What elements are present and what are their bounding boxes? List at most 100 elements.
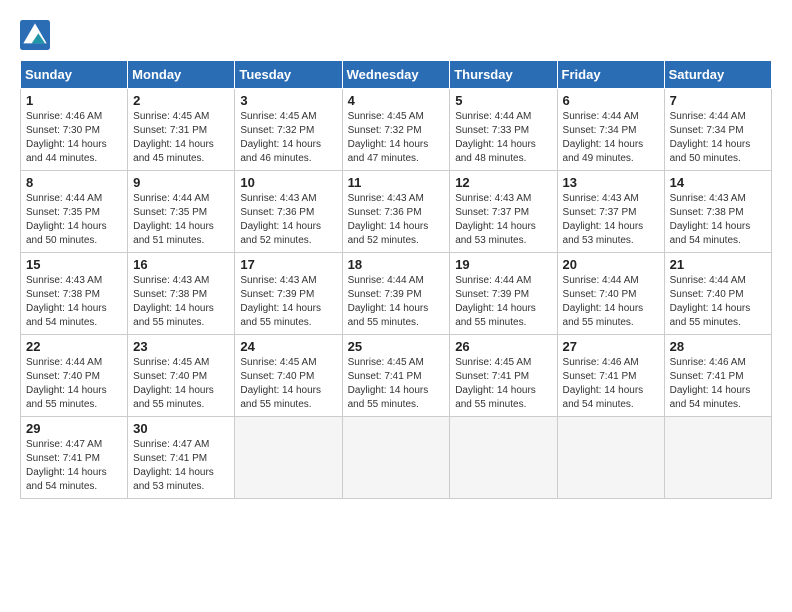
- calendar-day: 15 Sunrise: 4:43 AMSunset: 7:38 PMDayligh…: [21, 253, 128, 335]
- weekday-header: Tuesday: [235, 61, 342, 89]
- day-number: 30: [133, 421, 229, 436]
- day-info: Sunrise: 4:43 AMSunset: 7:37 PMDaylight:…: [563, 192, 659, 248]
- day-number: 22: [26, 339, 122, 354]
- calendar-table: SundayMondayTuesdayWednesdayThursdayFrid…: [20, 60, 772, 499]
- calendar-day: 2 Sunrise: 4:45 AMSunset: 7:31 PMDaylight…: [128, 89, 235, 171]
- day-number: 12: [455, 175, 551, 190]
- calendar-day: 8 Sunrise: 4:44 AMSunset: 7:35 PMDaylight…: [21, 171, 128, 253]
- day-info: Sunrise: 4:44 AMSunset: 7:35 PMDaylight:…: [26, 192, 122, 248]
- page-header: [20, 20, 772, 50]
- calendar-week: 8 Sunrise: 4:44 AMSunset: 7:35 PMDaylight…: [21, 171, 772, 253]
- weekday-header: Saturday: [664, 61, 771, 89]
- weekday-header: Sunday: [21, 61, 128, 89]
- calendar-day: 4 Sunrise: 4:45 AMSunset: 7:32 PMDaylight…: [342, 89, 450, 171]
- calendar-day: 30 Sunrise: 4:47 AMSunset: 7:41 PMDayligh…: [128, 417, 235, 499]
- day-number: 21: [670, 257, 766, 272]
- weekday-header: Monday: [128, 61, 235, 89]
- day-info: Sunrise: 4:46 AMSunset: 7:30 PMDaylight:…: [26, 110, 122, 166]
- day-info: Sunrise: 4:46 AMSunset: 7:41 PMDaylight:…: [563, 356, 659, 412]
- day-number: 4: [348, 93, 445, 108]
- calendar-day: 1 Sunrise: 4:46 AMSunset: 7:30 PMDaylight…: [21, 89, 128, 171]
- day-number: 13: [563, 175, 659, 190]
- day-number: 14: [670, 175, 766, 190]
- day-info: Sunrise: 4:45 AMSunset: 7:32 PMDaylight:…: [348, 110, 445, 166]
- day-number: 5: [455, 93, 551, 108]
- day-number: 17: [240, 257, 336, 272]
- day-info: Sunrise: 4:44 AMSunset: 7:40 PMDaylight:…: [563, 274, 659, 330]
- weekday-header: Wednesday: [342, 61, 450, 89]
- day-info: Sunrise: 4:45 AMSunset: 7:40 PMDaylight:…: [133, 356, 229, 412]
- calendar-day: 17 Sunrise: 4:43 AMSunset: 7:39 PMDayligh…: [235, 253, 342, 335]
- day-number: 6: [563, 93, 659, 108]
- day-info: Sunrise: 4:47 AMSunset: 7:41 PMDaylight:…: [133, 438, 229, 494]
- day-number: 23: [133, 339, 229, 354]
- day-info: Sunrise: 4:43 AMSunset: 7:36 PMDaylight:…: [348, 192, 445, 248]
- day-info: Sunrise: 4:46 AMSunset: 7:41 PMDaylight:…: [670, 356, 766, 412]
- calendar-day: [342, 417, 450, 499]
- day-info: Sunrise: 4:43 AMSunset: 7:37 PMDaylight:…: [455, 192, 551, 248]
- day-number: 8: [26, 175, 122, 190]
- day-info: Sunrise: 4:44 AMSunset: 7:35 PMDaylight:…: [133, 192, 229, 248]
- day-info: Sunrise: 4:44 AMSunset: 7:34 PMDaylight:…: [670, 110, 766, 166]
- day-number: 28: [670, 339, 766, 354]
- calendar-day: 13 Sunrise: 4:43 AMSunset: 7:37 PMDayligh…: [557, 171, 664, 253]
- weekday-header: Friday: [557, 61, 664, 89]
- calendar-day: 10 Sunrise: 4:43 AMSunset: 7:36 PMDayligh…: [235, 171, 342, 253]
- logo-icon: [20, 20, 50, 50]
- calendar-week: 15 Sunrise: 4:43 AMSunset: 7:38 PMDayligh…: [21, 253, 772, 335]
- calendar-day: [557, 417, 664, 499]
- day-number: 19: [455, 257, 551, 272]
- day-number: 2: [133, 93, 229, 108]
- day-number: 16: [133, 257, 229, 272]
- calendar-day: 16 Sunrise: 4:43 AMSunset: 7:38 PMDayligh…: [128, 253, 235, 335]
- calendar-day: 19 Sunrise: 4:44 AMSunset: 7:39 PMDayligh…: [450, 253, 557, 335]
- calendar-day: 20 Sunrise: 4:44 AMSunset: 7:40 PMDayligh…: [557, 253, 664, 335]
- day-number: 29: [26, 421, 122, 436]
- calendar-day: [664, 417, 771, 499]
- day-number: 3: [240, 93, 336, 108]
- calendar-day: 3 Sunrise: 4:45 AMSunset: 7:32 PMDaylight…: [235, 89, 342, 171]
- day-info: Sunrise: 4:44 AMSunset: 7:39 PMDaylight:…: [455, 274, 551, 330]
- calendar-week: 29 Sunrise: 4:47 AMSunset: 7:41 PMDayligh…: [21, 417, 772, 499]
- calendar-day: 9Sunrise: 4:44 AMSunset: 7:35 PMDaylight…: [128, 171, 235, 253]
- day-info: Sunrise: 4:44 AMSunset: 7:34 PMDaylight:…: [563, 110, 659, 166]
- calendar-day: 27 Sunrise: 4:46 AMSunset: 7:41 PMDayligh…: [557, 335, 664, 417]
- calendar-day: [450, 417, 557, 499]
- day-info: Sunrise: 4:47 AMSunset: 7:41 PMDaylight:…: [26, 438, 122, 494]
- calendar-day: 12 Sunrise: 4:43 AMSunset: 7:37 PMDayligh…: [450, 171, 557, 253]
- calendar-day: 22Sunrise: 4:44 AMSunset: 7:40 PMDayligh…: [21, 335, 128, 417]
- day-info: Sunrise: 4:43 AMSunset: 7:36 PMDaylight:…: [240, 192, 336, 248]
- day-number: 10: [240, 175, 336, 190]
- calendar-day: 23 Sunrise: 4:45 AMSunset: 7:40 PMDayligh…: [128, 335, 235, 417]
- calendar-day: 29 Sunrise: 4:47 AMSunset: 7:41 PMDayligh…: [21, 417, 128, 499]
- day-info: Sunrise: 4:43 AMSunset: 7:39 PMDaylight:…: [240, 274, 336, 330]
- day-info: Sunrise: 4:44 AMSunset: 7:39 PMDaylight:…: [348, 274, 445, 330]
- day-number: 27: [563, 339, 659, 354]
- day-info: Sunrise: 4:45 AMSunset: 7:41 PMDaylight:…: [455, 356, 551, 412]
- calendar-day: 25Sunrise: 4:45 AMSunset: 7:41 PMDayligh…: [342, 335, 450, 417]
- day-number: 20: [563, 257, 659, 272]
- day-info: Sunrise: 4:45 AMSunset: 7:32 PMDaylight:…: [240, 110, 336, 166]
- calendar-day: 18Sunrise: 4:44 AMSunset: 7:39 PMDayligh…: [342, 253, 450, 335]
- calendar-day: 28 Sunrise: 4:46 AMSunset: 7:41 PMDayligh…: [664, 335, 771, 417]
- day-number: 24: [240, 339, 336, 354]
- day-info: Sunrise: 4:43 AMSunset: 7:38 PMDaylight:…: [670, 192, 766, 248]
- calendar-day: 7 Sunrise: 4:44 AMSunset: 7:34 PMDaylight…: [664, 89, 771, 171]
- day-number: 25: [348, 339, 445, 354]
- weekday-header: Thursday: [450, 61, 557, 89]
- calendar-week: 1 Sunrise: 4:46 AMSunset: 7:30 PMDaylight…: [21, 89, 772, 171]
- calendar-day: 5Sunrise: 4:44 AMSunset: 7:33 PMDaylight…: [450, 89, 557, 171]
- day-info: Sunrise: 4:43 AMSunset: 7:38 PMDaylight:…: [133, 274, 229, 330]
- calendar-week: 22Sunrise: 4:44 AMSunset: 7:40 PMDayligh…: [21, 335, 772, 417]
- calendar-day: [235, 417, 342, 499]
- calendar-day: 26 Sunrise: 4:45 AMSunset: 7:41 PMDayligh…: [450, 335, 557, 417]
- day-number: 7: [670, 93, 766, 108]
- day-number: 26: [455, 339, 551, 354]
- day-number: 15: [26, 257, 122, 272]
- day-number: 11: [348, 175, 445, 190]
- day-info: Sunrise: 4:45 AMSunset: 7:40 PMDaylight:…: [240, 356, 336, 412]
- day-info: Sunrise: 4:43 AMSunset: 7:38 PMDaylight:…: [26, 274, 122, 330]
- logo: [20, 20, 54, 50]
- day-number: 1: [26, 93, 122, 108]
- day-info: Sunrise: 4:45 AMSunset: 7:31 PMDaylight:…: [133, 110, 229, 166]
